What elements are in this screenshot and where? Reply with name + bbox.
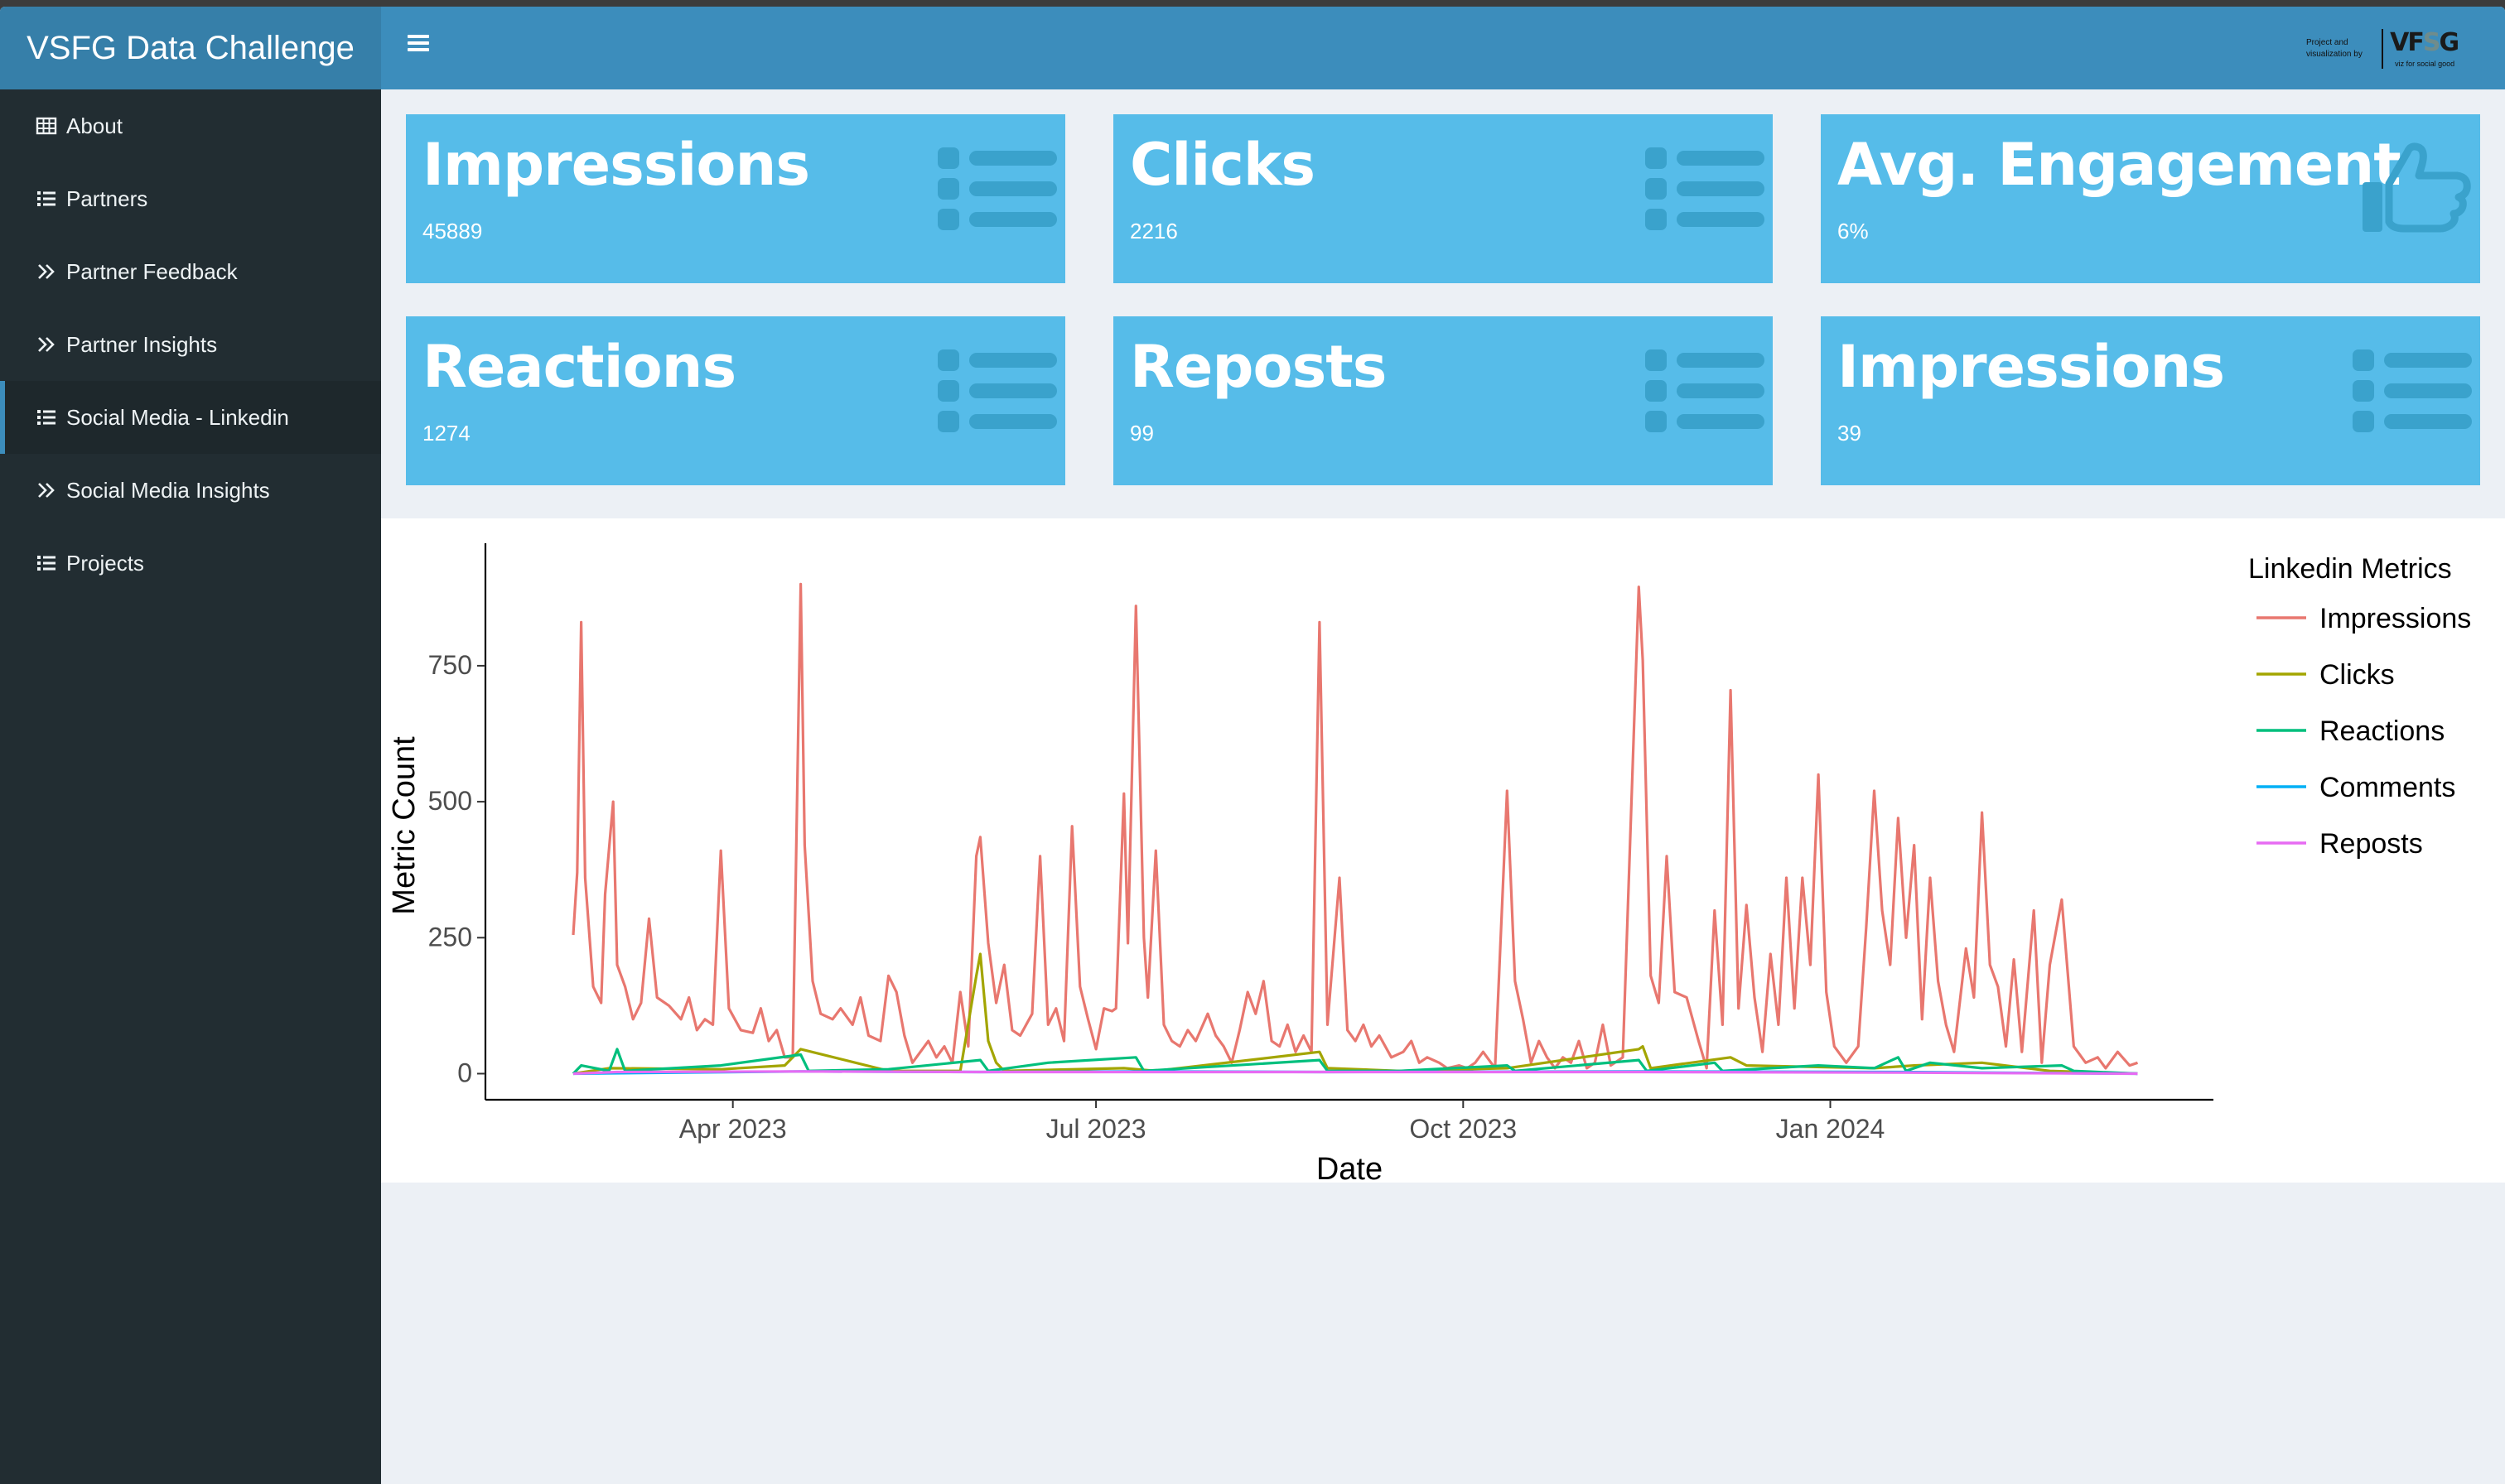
sidebar-item-partners[interactable]: Partners [0,162,381,235]
x-tick-label: Jul 2023 [1046,1114,1146,1144]
sidebar-item-label: Partner Insights [66,331,218,357]
sidebar: About Partners Partner Feedback Partner Ins… [0,89,381,1484]
valuebox-title: Avg. Engagement [1837,131,2401,199]
double-chevron-right-icon [35,334,58,355]
sidebar-item-partner-feedback[interactable]: Partner Feedback [0,235,381,308]
thumbs-up-icon [2353,139,2474,238]
legend-title: Linkedin Metrics [2248,553,2452,585]
list-icon [2353,341,2474,441]
valuebox-impressions: Impressions 39 [1821,316,2480,485]
valuebox-impressions: Impressions 45889 [406,114,1065,283]
brand-divider [2382,29,2384,69]
list-icon [938,139,1059,238]
app-window: VSFG Data Challenge Project and visualiz… [0,7,2505,1484]
sidebar-item-about[interactable]: About [0,89,381,162]
brand-logo: Project and visualization by VFSG viz fo… [2306,25,2480,73]
y-tick-label: 500 [428,786,472,816]
valuebox-avg-engagement: Avg. Engagement 6% [1821,114,2480,283]
double-chevron-right-icon [35,479,58,501]
valuebox-title: Clicks [1130,131,1315,199]
y-tick-label: 250 [428,922,472,952]
vfsg-tagline: viz for social good [2395,60,2455,68]
sidebar-item-projects[interactable]: Projects [0,527,381,600]
list-icon [1645,341,1766,441]
series-line-reposts [572,1070,2138,1076]
list-icon [35,407,58,428]
valuebox-title: Impressions [422,131,810,199]
x-tick-label: Oct 2023 [1409,1114,1517,1144]
valuebox-value: 39 [1837,421,1861,446]
y-tick-label: 0 [457,1058,472,1087]
list-icon [35,188,58,210]
valuebox-value: 1274 [422,421,471,446]
series-line-clicks [572,952,2138,1076]
valuebox-value: 45889 [422,219,483,243]
valuebox-clicks: Clicks 2216 [1113,114,1773,283]
sidebar-item-label: About [66,113,123,138]
list-icon [35,552,58,574]
vfsg-wordmark: VFSG [2390,28,2459,57]
legend-label-clicks: Clicks [2319,659,2395,691]
y-axis-title: Metric Count [387,736,422,915]
sidebar-item-social-media-linkedin[interactable]: Social Media - Linkedin [0,381,381,454]
hamburger-icon[interactable] [406,31,442,65]
x-tick-label: Apr 2023 [679,1114,787,1144]
valuebox-reactions: Reactions 1274 [406,316,1065,485]
top-navbar: Project and visualization by VFSG viz fo… [381,7,2505,89]
valuebox-title: Impressions [1837,333,2225,401]
sidebar-item-label: Partners [66,186,148,211]
valuebox-reposts: Reposts 99 [1113,316,1773,485]
sidebar-item-label: Social Media Insights [66,477,270,503]
series-line-impressions [572,582,2139,1070]
table-icon [35,115,58,137]
legend-label-comments: Comments [2319,772,2455,803]
brand-credit: Project and visualization by [2306,38,2363,59]
valuebox-value: 2216 [1130,219,1178,243]
sidebar-item-label: Social Media - Linkedin [66,404,289,430]
app-title: VSFG Data Challenge [27,29,355,66]
sidebar-item-partner-insights[interactable]: Partner Insights [0,308,381,381]
valuebox-title: Reactions [422,333,736,401]
x-axis-title: Date [1316,1152,1383,1183]
legend-label-impressions: Impressions [2319,603,2471,634]
sidebar-item-label: Partner Feedback [66,258,238,284]
sidebar-item-label: Projects [66,550,144,576]
legend-label-reposts: Reposts [2319,828,2423,860]
valuebox-value: 99 [1130,421,1154,446]
sidebar-item-social-media-insights[interactable]: Social Media Insights [0,454,381,527]
x-tick-label: Jan 2024 [1776,1114,1885,1144]
valuebox-value: 6% [1837,219,1869,243]
legend-label-reactions: Reactions [2319,716,2445,747]
double-chevron-right-icon [35,261,58,282]
y-tick-label: 750 [428,650,472,680]
list-icon [938,341,1059,441]
series-line-reactions [572,1048,2138,1076]
list-icon [1645,139,1766,238]
app-logo[interactable]: VSFG Data Challenge [0,7,381,89]
linkedin-metrics-chart: 0 250 500 750 Apr 2023 Jul 2023 Oct 2023 Jan 20… [381,518,2505,1183]
chart-canvas: 0 250 500 750 Apr 2023 Jul 2023 Oct 2023 Jan 20… [387,543,2471,1183]
vfsg-logo: VFSG viz for social good [2390,25,2480,73]
valuebox-title: Reposts [1130,333,1387,401]
